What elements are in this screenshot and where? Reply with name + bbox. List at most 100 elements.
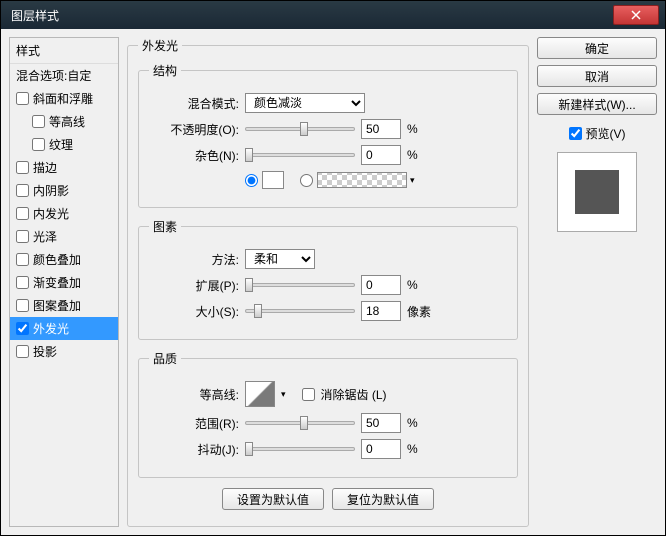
titlebar: 图层样式 xyxy=(1,1,665,29)
jitter-row: 抖动(J): % xyxy=(149,439,507,459)
range-input[interactable] xyxy=(361,413,401,433)
slider-thumb[interactable] xyxy=(300,416,308,430)
preview-checkbox-row: 预览(V) xyxy=(537,125,657,142)
slider-thumb[interactable] xyxy=(245,442,253,456)
sidebar-item-contour[interactable]: 等高线 xyxy=(10,110,118,133)
panel-title: 外发光 xyxy=(138,37,182,54)
texture-checkbox[interactable] xyxy=(32,138,45,151)
sidebar-item-label: 光泽 xyxy=(33,228,57,245)
sidebar-item-inner-glow[interactable]: 内发光 xyxy=(10,202,118,225)
dialog-window: 图层样式 样式 混合选项:自定 斜面和浮雕 等高线 纹理 xyxy=(0,0,666,536)
range-label: 范围(R): xyxy=(149,415,239,432)
sidebar-item-label: 纹理 xyxy=(49,136,73,153)
sidebar-item-drop-shadow[interactable]: 投影 xyxy=(10,340,118,363)
contour-checkbox[interactable] xyxy=(32,115,45,128)
sidebar-item-bevel[interactable]: 斜面和浮雕 xyxy=(10,87,118,110)
sidebar-item-label: 描边 xyxy=(33,159,57,176)
quality-legend: 品质 xyxy=(149,350,181,367)
sidebar-item-inner-shadow[interactable]: 内阴影 xyxy=(10,179,118,202)
inner-shadow-checkbox[interactable] xyxy=(16,184,29,197)
jitter-slider[interactable] xyxy=(245,439,355,459)
sidebar-item-label: 投影 xyxy=(33,343,57,360)
gradient-swatch[interactable] xyxy=(317,172,407,188)
color-swatch[interactable] xyxy=(262,171,284,189)
structure-legend: 结构 xyxy=(149,62,181,79)
close-button[interactable] xyxy=(613,5,659,25)
noise-slider[interactable] xyxy=(245,145,355,165)
blend-mode-select[interactable]: 颜色减淡 xyxy=(245,93,365,113)
reset-default-button[interactable]: 复位为默认值 xyxy=(332,488,434,510)
noise-label: 杂色(N): xyxy=(149,147,239,164)
noise-row: 杂色(N): % xyxy=(149,145,507,165)
sidebar-item-label: 斜面和浮雕 xyxy=(33,90,93,107)
ok-button[interactable]: 确定 xyxy=(537,37,657,59)
antialias-checkbox[interactable] xyxy=(302,388,315,401)
preview-checkbox[interactable] xyxy=(569,127,582,140)
technique-label: 方法: xyxy=(149,251,239,268)
noise-unit: % xyxy=(407,148,418,162)
drop-shadow-checkbox[interactable] xyxy=(16,345,29,358)
slider-thumb[interactable] xyxy=(254,304,262,318)
range-unit: % xyxy=(407,416,418,430)
technique-select[interactable]: 柔和 xyxy=(245,249,315,269)
sidebar-item-pattern-overlay[interactable]: 图案叠加 xyxy=(10,294,118,317)
jitter-input[interactable] xyxy=(361,439,401,459)
color-source-row: ▾ xyxy=(149,171,507,189)
structure-fieldset: 结构 混合模式: 颜色减淡 不透明度(O): xyxy=(138,62,518,208)
defaults-button-row: 设置为默认值 复位为默认值 xyxy=(138,488,518,510)
slider-track xyxy=(245,447,355,451)
chevron-down-icon[interactable]: ▾ xyxy=(281,389,286,400)
size-slider[interactable] xyxy=(245,301,355,321)
outer-glow-checkbox[interactable] xyxy=(16,322,29,335)
sidebar-item-label: 颜色叠加 xyxy=(33,251,81,268)
slider-thumb[interactable] xyxy=(245,278,253,292)
sidebar-item-gradient-overlay[interactable]: 渐变叠加 xyxy=(10,271,118,294)
set-default-button[interactable]: 设置为默认值 xyxy=(222,488,324,510)
technique-row: 方法: 柔和 xyxy=(149,249,507,269)
contour-picker[interactable] xyxy=(245,381,275,407)
pattern-overlay-checkbox[interactable] xyxy=(16,299,29,312)
blend-mode-row: 混合模式: 颜色减淡 xyxy=(149,93,507,113)
sidebar-item-label: 外发光 xyxy=(33,320,69,337)
size-input[interactable] xyxy=(361,301,401,321)
solid-color-radio[interactable] xyxy=(245,174,258,187)
sidebar-item-outer-glow[interactable]: 外发光 xyxy=(10,317,118,340)
bevel-checkbox[interactable] xyxy=(16,92,29,105)
right-column: 确定 取消 新建样式(W)... 预览(V) xyxy=(537,37,657,527)
color-overlay-checkbox[interactable] xyxy=(16,253,29,266)
inner-glow-checkbox[interactable] xyxy=(16,207,29,220)
stroke-checkbox[interactable] xyxy=(16,161,29,174)
sidebar-item-stroke[interactable]: 描边 xyxy=(10,156,118,179)
gradient-overlay-checkbox[interactable] xyxy=(16,276,29,289)
range-row: 范围(R): % xyxy=(149,413,507,433)
sidebar-item-label: 内发光 xyxy=(33,205,69,222)
gradient-radio[interactable] xyxy=(300,174,313,187)
elements-fieldset: 图素 方法: 柔和 扩展(P): % xyxy=(138,218,518,340)
contour-label: 等高线: xyxy=(149,386,239,403)
cancel-button[interactable]: 取消 xyxy=(537,65,657,87)
sidebar-item-label: 内阴影 xyxy=(33,182,69,199)
satin-checkbox[interactable] xyxy=(16,230,29,243)
range-slider[interactable] xyxy=(245,413,355,433)
slider-thumb[interactable] xyxy=(300,122,308,136)
slider-thumb[interactable] xyxy=(245,148,253,162)
chevron-down-icon[interactable]: ▾ xyxy=(410,175,415,186)
jitter-unit: % xyxy=(407,442,418,456)
sidebar-item-color-overlay[interactable]: 颜色叠加 xyxy=(10,248,118,271)
spread-row: 扩展(P): % xyxy=(149,275,507,295)
sidebar-item-texture[interactable]: 纹理 xyxy=(10,133,118,156)
spread-input[interactable] xyxy=(361,275,401,295)
opacity-input[interactable] xyxy=(361,119,401,139)
contour-row: 等高线: ▾ 消除锯齿 (L) xyxy=(149,381,507,407)
noise-input[interactable] xyxy=(361,145,401,165)
slider-track xyxy=(245,283,355,287)
opacity-slider[interactable] xyxy=(245,119,355,139)
opacity-label: 不透明度(O): xyxy=(149,121,239,138)
size-row: 大小(S): 像素 xyxy=(149,301,507,321)
sidebar-item-satin[interactable]: 光泽 xyxy=(10,225,118,248)
elements-legend: 图素 xyxy=(149,218,181,235)
new-style-button[interactable]: 新建样式(W)... xyxy=(537,93,657,115)
spread-slider[interactable] xyxy=(245,275,355,295)
window-title: 图层样式 xyxy=(7,7,59,24)
sidebar-blend-options[interactable]: 混合选项:自定 xyxy=(10,64,118,87)
